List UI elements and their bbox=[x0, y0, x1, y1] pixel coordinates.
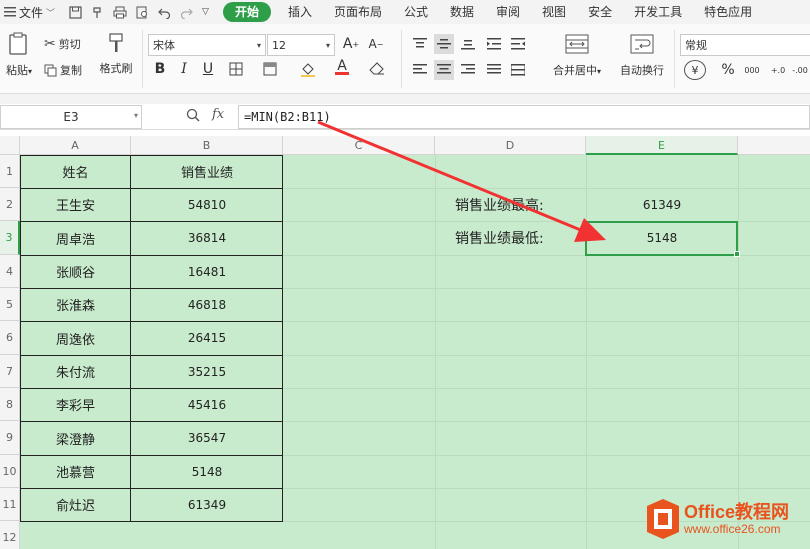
watermark-url: www.office26.com bbox=[684, 522, 781, 536]
office-logo-icon bbox=[647, 499, 679, 539]
watermark: Office教程网 www.office26.com bbox=[646, 498, 789, 540]
annotation-arrow bbox=[317, 120, 606, 242]
watermark-brand: Office教程网 bbox=[684, 502, 790, 522]
